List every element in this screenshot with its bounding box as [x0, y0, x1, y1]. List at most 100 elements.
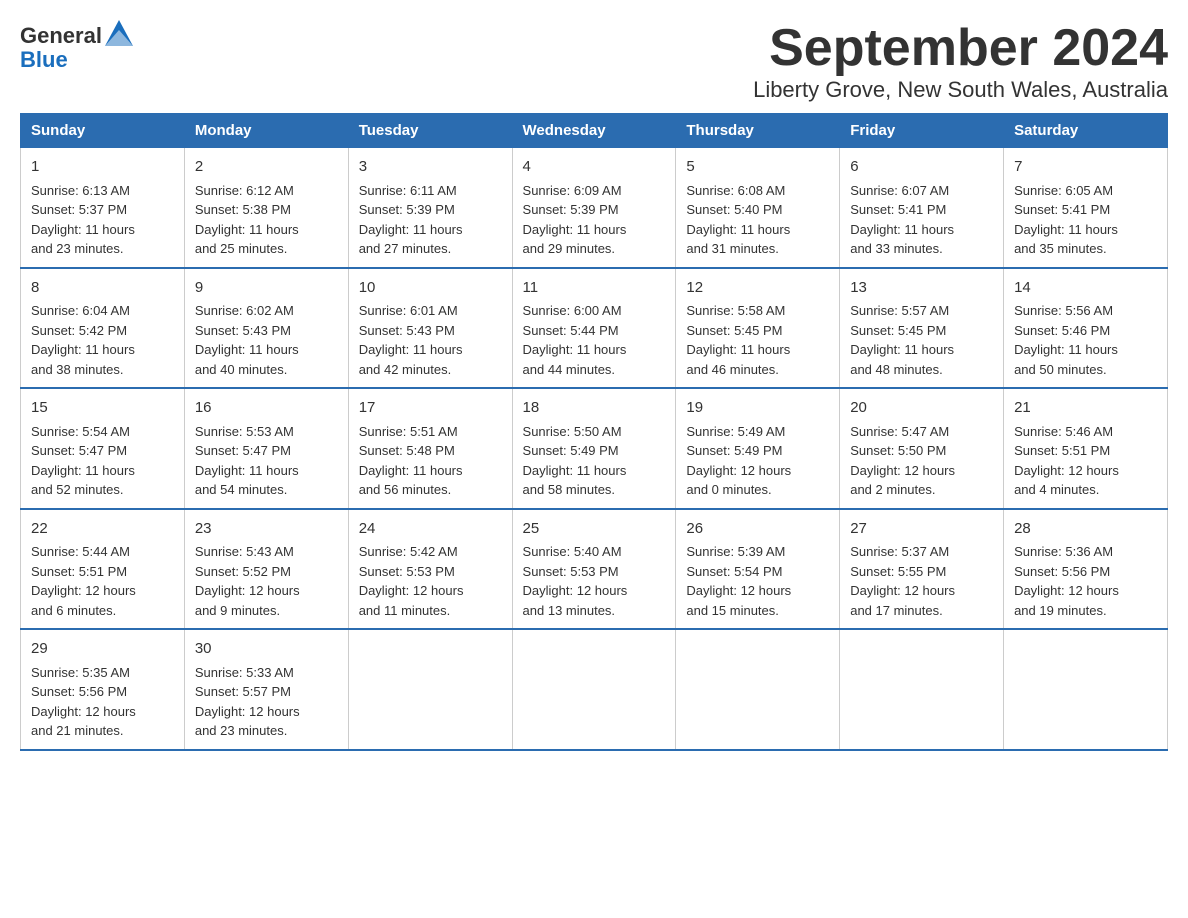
page-subtitle: Liberty Grove, New South Wales, Australi…: [753, 77, 1168, 103]
day-info: Sunrise: 5:33 AMSunset: 5:57 PMDaylight:…: [195, 663, 338, 741]
calendar-cell: 11Sunrise: 6:00 AMSunset: 5:44 PMDayligh…: [512, 268, 676, 389]
calendar-week-row: 1Sunrise: 6:13 AMSunset: 5:37 PMDaylight…: [21, 148, 1168, 268]
calendar-cell: 6Sunrise: 6:07 AMSunset: 5:41 PMDaylight…: [840, 148, 1004, 268]
calendar-cell: 15Sunrise: 5:54 AMSunset: 5:47 PMDayligh…: [21, 388, 185, 509]
calendar-header-row: SundayMondayTuesdayWednesdayThursdayFrid…: [21, 114, 1168, 148]
weekday-header-sunday: Sunday: [21, 114, 185, 148]
day-number: 15: [31, 397, 174, 420]
day-info: Sunrise: 5:51 AMSunset: 5:48 PMDaylight:…: [359, 422, 502, 500]
calendar-cell: 10Sunrise: 6:01 AMSunset: 5:43 PMDayligh…: [348, 268, 512, 389]
calendar-cell: [1004, 629, 1168, 750]
day-number: 6: [850, 156, 993, 179]
day-number: 25: [523, 518, 666, 541]
day-info: Sunrise: 5:40 AMSunset: 5:53 PMDaylight:…: [523, 542, 666, 620]
calendar-cell: 7Sunrise: 6:05 AMSunset: 5:41 PMDaylight…: [1004, 148, 1168, 268]
calendar-cell: 28Sunrise: 5:36 AMSunset: 5:56 PMDayligh…: [1004, 509, 1168, 630]
calendar-cell: 24Sunrise: 5:42 AMSunset: 5:53 PMDayligh…: [348, 509, 512, 630]
day-number: 21: [1014, 397, 1157, 420]
day-info: Sunrise: 6:05 AMSunset: 5:41 PMDaylight:…: [1014, 181, 1157, 259]
day-info: Sunrise: 5:57 AMSunset: 5:45 PMDaylight:…: [850, 301, 993, 379]
day-info: Sunrise: 6:07 AMSunset: 5:41 PMDaylight:…: [850, 181, 993, 259]
day-info: Sunrise: 6:01 AMSunset: 5:43 PMDaylight:…: [359, 301, 502, 379]
day-number: 19: [686, 397, 829, 420]
calendar-cell: [676, 629, 840, 750]
day-info: Sunrise: 6:09 AMSunset: 5:39 PMDaylight:…: [523, 181, 666, 259]
calendar-cell: 9Sunrise: 6:02 AMSunset: 5:43 PMDaylight…: [184, 268, 348, 389]
day-info: Sunrise: 6:11 AMSunset: 5:39 PMDaylight:…: [359, 181, 502, 259]
day-info: Sunrise: 5:35 AMSunset: 5:56 PMDaylight:…: [31, 663, 174, 741]
calendar-week-row: 8Sunrise: 6:04 AMSunset: 5:42 PMDaylight…: [21, 268, 1168, 389]
calendar-cell: 19Sunrise: 5:49 AMSunset: 5:49 PMDayligh…: [676, 388, 840, 509]
day-number: 7: [1014, 156, 1157, 179]
weekday-header-friday: Friday: [840, 114, 1004, 148]
day-number: 4: [523, 156, 666, 179]
calendar-cell: [348, 629, 512, 750]
calendar-cell: 4Sunrise: 6:09 AMSunset: 5:39 PMDaylight…: [512, 148, 676, 268]
calendar-table: SundayMondayTuesdayWednesdayThursdayFrid…: [20, 113, 1168, 751]
day-number: 22: [31, 518, 174, 541]
day-info: Sunrise: 5:44 AMSunset: 5:51 PMDaylight:…: [31, 542, 174, 620]
day-info: Sunrise: 5:54 AMSunset: 5:47 PMDaylight:…: [31, 422, 174, 500]
calendar-cell: 5Sunrise: 6:08 AMSunset: 5:40 PMDaylight…: [676, 148, 840, 268]
day-info: Sunrise: 5:37 AMSunset: 5:55 PMDaylight:…: [850, 542, 993, 620]
day-number: 13: [850, 277, 993, 300]
day-number: 12: [686, 277, 829, 300]
calendar-cell: 22Sunrise: 5:44 AMSunset: 5:51 PMDayligh…: [21, 509, 185, 630]
calendar-cell: 16Sunrise: 5:53 AMSunset: 5:47 PMDayligh…: [184, 388, 348, 509]
calendar-cell: 2Sunrise: 6:12 AMSunset: 5:38 PMDaylight…: [184, 148, 348, 268]
calendar-cell: [512, 629, 676, 750]
day-number: 30: [195, 638, 338, 661]
day-number: 29: [31, 638, 174, 661]
calendar-week-row: 15Sunrise: 5:54 AMSunset: 5:47 PMDayligh…: [21, 388, 1168, 509]
day-number: 1: [31, 156, 174, 179]
day-number: 24: [359, 518, 502, 541]
calendar-cell: 14Sunrise: 5:56 AMSunset: 5:46 PMDayligh…: [1004, 268, 1168, 389]
day-number: 27: [850, 518, 993, 541]
day-number: 3: [359, 156, 502, 179]
calendar-cell: 30Sunrise: 5:33 AMSunset: 5:57 PMDayligh…: [184, 629, 348, 750]
weekday-header-thursday: Thursday: [676, 114, 840, 148]
day-info: Sunrise: 5:39 AMSunset: 5:54 PMDaylight:…: [686, 542, 829, 620]
calendar-cell: 17Sunrise: 5:51 AMSunset: 5:48 PMDayligh…: [348, 388, 512, 509]
weekday-header-wednesday: Wednesday: [512, 114, 676, 148]
day-number: 9: [195, 277, 338, 300]
calendar-cell: 23Sunrise: 5:43 AMSunset: 5:52 PMDayligh…: [184, 509, 348, 630]
day-info: Sunrise: 5:36 AMSunset: 5:56 PMDaylight:…: [1014, 542, 1157, 620]
weekday-header-monday: Monday: [184, 114, 348, 148]
calendar-cell: 13Sunrise: 5:57 AMSunset: 5:45 PMDayligh…: [840, 268, 1004, 389]
calendar-cell: 21Sunrise: 5:46 AMSunset: 5:51 PMDayligh…: [1004, 388, 1168, 509]
day-number: 10: [359, 277, 502, 300]
day-info: Sunrise: 5:43 AMSunset: 5:52 PMDaylight:…: [195, 542, 338, 620]
day-info: Sunrise: 5:46 AMSunset: 5:51 PMDaylight:…: [1014, 422, 1157, 500]
calendar-cell: 26Sunrise: 5:39 AMSunset: 5:54 PMDayligh…: [676, 509, 840, 630]
day-info: Sunrise: 6:04 AMSunset: 5:42 PMDaylight:…: [31, 301, 174, 379]
page-title: September 2024: [753, 20, 1168, 77]
day-number: 8: [31, 277, 174, 300]
page-header: General Blue September 2024 Liberty Grov…: [20, 20, 1168, 103]
day-info: Sunrise: 5:47 AMSunset: 5:50 PMDaylight:…: [850, 422, 993, 500]
day-info: Sunrise: 6:00 AMSunset: 5:44 PMDaylight:…: [523, 301, 666, 379]
day-info: Sunrise: 5:56 AMSunset: 5:46 PMDaylight:…: [1014, 301, 1157, 379]
day-number: 16: [195, 397, 338, 420]
weekday-header-tuesday: Tuesday: [348, 114, 512, 148]
logo-icon: [105, 20, 133, 46]
calendar-cell: 27Sunrise: 5:37 AMSunset: 5:55 PMDayligh…: [840, 509, 1004, 630]
logo: General Blue: [20, 20, 133, 73]
day-number: 20: [850, 397, 993, 420]
day-info: Sunrise: 6:12 AMSunset: 5:38 PMDaylight:…: [195, 181, 338, 259]
day-number: 17: [359, 397, 502, 420]
title-section: September 2024 Liberty Grove, New South …: [753, 20, 1168, 103]
day-info: Sunrise: 6:02 AMSunset: 5:43 PMDaylight:…: [195, 301, 338, 379]
day-number: 5: [686, 156, 829, 179]
calendar-cell: 25Sunrise: 5:40 AMSunset: 5:53 PMDayligh…: [512, 509, 676, 630]
logo-blue-text: Blue: [20, 47, 68, 73]
calendar-week-row: 29Sunrise: 5:35 AMSunset: 5:56 PMDayligh…: [21, 629, 1168, 750]
logo-general-text: General: [20, 23, 102, 49]
calendar-cell: 20Sunrise: 5:47 AMSunset: 5:50 PMDayligh…: [840, 388, 1004, 509]
day-number: 26: [686, 518, 829, 541]
calendar-cell: 3Sunrise: 6:11 AMSunset: 5:39 PMDaylight…: [348, 148, 512, 268]
calendar-cell: 8Sunrise: 6:04 AMSunset: 5:42 PMDaylight…: [21, 268, 185, 389]
day-info: Sunrise: 6:13 AMSunset: 5:37 PMDaylight:…: [31, 181, 174, 259]
day-info: Sunrise: 5:50 AMSunset: 5:49 PMDaylight:…: [523, 422, 666, 500]
day-number: 14: [1014, 277, 1157, 300]
